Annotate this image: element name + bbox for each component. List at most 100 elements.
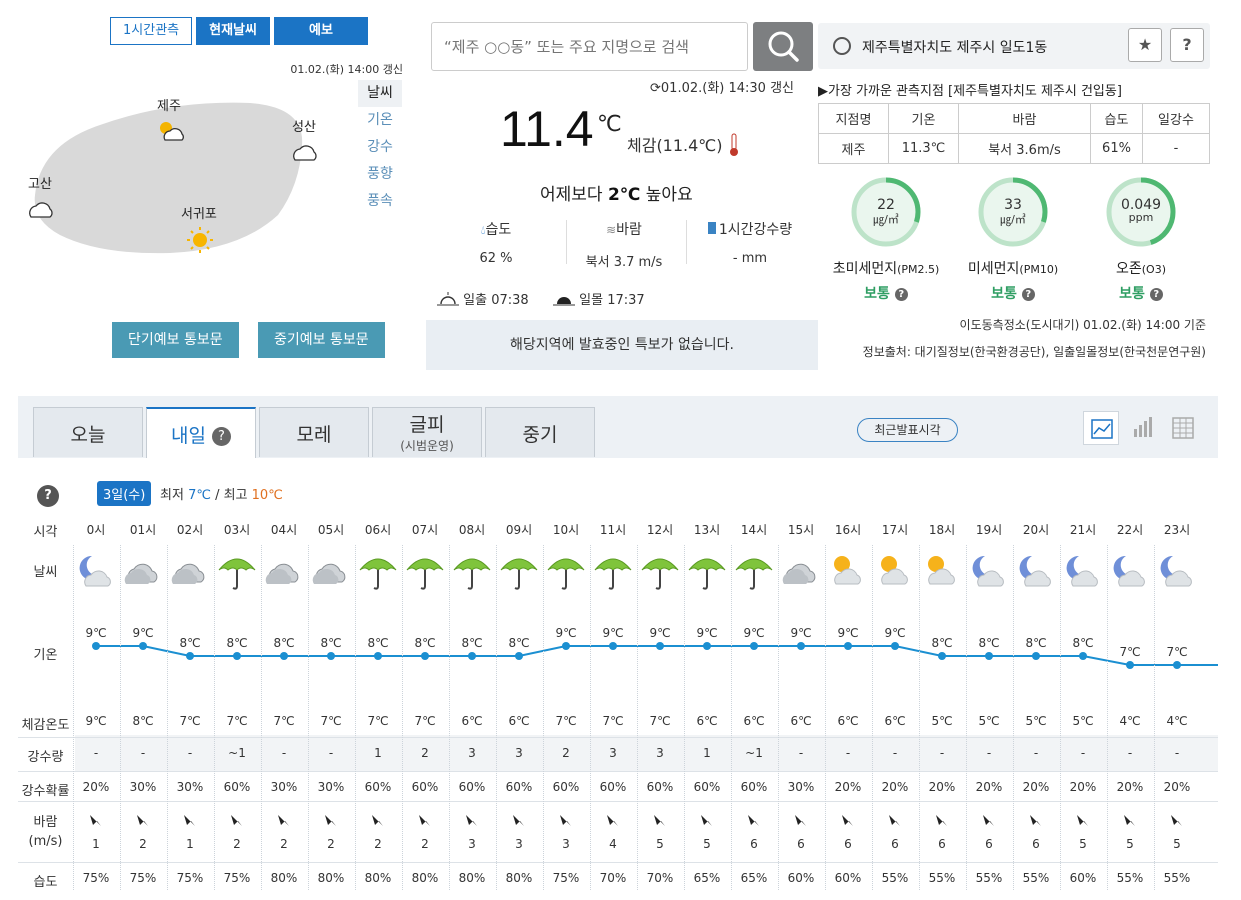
temperature-point bbox=[797, 642, 805, 650]
min-max-temp: 최저 7℃ / 최고 10℃ bbox=[160, 488, 283, 503]
rain-probability: 20% bbox=[881, 780, 909, 794]
humidity-value: 65% bbox=[740, 871, 768, 885]
temperature-label: 8℃ bbox=[1072, 636, 1093, 650]
rain-amount: 3 bbox=[468, 746, 476, 760]
moon-cloud-icon bbox=[1107, 548, 1154, 593]
feels-like-value: 9℃ bbox=[85, 714, 107, 728]
sun-icon[interactable] bbox=[186, 226, 214, 254]
rain-probability: 60% bbox=[693, 780, 721, 794]
temperature-point bbox=[468, 652, 476, 660]
temp-comparison: 어제보다 2℃ 높아요 bbox=[540, 185, 693, 205]
humidity-value: 55% bbox=[1163, 871, 1191, 885]
forecast-tab[interactable]: 글피 (시범운영) bbox=[372, 407, 482, 457]
row-divider bbox=[18, 771, 1218, 772]
rain-probability: 60% bbox=[740, 780, 768, 794]
air-status[interactable]: 보통 ? bbox=[1075, 283, 1207, 303]
moon-cloud-icon bbox=[1060, 548, 1107, 593]
wind-arrow-icon bbox=[496, 812, 543, 833]
rain-probability: 60% bbox=[411, 780, 439, 794]
recent-release-button[interactable]: 최근발표시각 bbox=[857, 418, 958, 442]
question-icon: ? bbox=[212, 427, 231, 446]
graph-view-toggle[interactable] bbox=[1083, 411, 1119, 445]
hour-label: 17시 bbox=[881, 523, 909, 537]
wind-speed: 2 bbox=[139, 837, 147, 851]
search-button[interactable] bbox=[753, 22, 813, 71]
search-input[interactable] bbox=[431, 22, 748, 71]
rain-amount: - bbox=[281, 746, 287, 760]
mid-term-forecast-button[interactable]: 중기예보 통보문 bbox=[258, 322, 385, 358]
temperature-label: 8℃ bbox=[226, 636, 247, 650]
temperature-point bbox=[233, 652, 241, 660]
row-label: 기온 bbox=[33, 648, 58, 663]
map-layer-menu: 날씨 기온 강수 풍향 풍속 bbox=[358, 80, 402, 215]
wind-arrow-icon bbox=[167, 812, 214, 833]
sun-cloud-icon bbox=[825, 548, 872, 593]
wind-arrow-icon bbox=[214, 812, 261, 833]
help-button[interactable]: ? bbox=[1170, 28, 1204, 62]
temperature-label: 8℃ bbox=[978, 636, 999, 650]
map-menu-rain[interactable]: 강수 bbox=[358, 134, 402, 161]
tab-hourly-obs[interactable]: 1시간관측 bbox=[110, 17, 193, 45]
short-term-forecast-button[interactable]: 단기예보 통보문 bbox=[112, 322, 239, 358]
map-menu-weather[interactable]: 날씨 bbox=[358, 80, 402, 107]
rain-probability: 30% bbox=[129, 780, 157, 794]
rain-probability: 20% bbox=[1116, 780, 1144, 794]
wind-speed: 4 bbox=[609, 837, 617, 851]
favorite-star-button[interactable]: ★ bbox=[1128, 28, 1162, 62]
humidity-value: 80% bbox=[411, 871, 439, 885]
nearest-station: ▶가장 가까운 관측지점 [제주특별자치도 제주시 건입동] bbox=[818, 84, 1122, 99]
rain-amount: - bbox=[1080, 746, 1086, 760]
humidity-value: 60% bbox=[1069, 871, 1097, 885]
wind-arrow-icon bbox=[637, 812, 684, 833]
feels-like-value: 6℃ bbox=[508, 714, 530, 728]
umbrella-icon bbox=[496, 548, 543, 593]
wind-arrow-icon bbox=[543, 812, 590, 833]
bar-view-toggle[interactable] bbox=[1124, 411, 1160, 445]
wind-arrow-icon bbox=[1013, 812, 1060, 833]
temperature-label: 9℃ bbox=[602, 626, 623, 640]
humidity-value: 75% bbox=[129, 871, 157, 885]
sun-cloud-icon[interactable] bbox=[156, 118, 186, 146]
forecast-tab[interactable]: 중기 bbox=[485, 407, 595, 457]
map-menu-wind-dir[interactable]: 풍향 bbox=[358, 161, 402, 188]
map-menu-temp[interactable]: 기온 bbox=[358, 107, 402, 134]
rain-amount: 1 bbox=[374, 746, 382, 760]
humidity-value: 70% bbox=[646, 871, 674, 885]
temperature-point bbox=[92, 642, 100, 650]
air-status[interactable]: 보통 ? bbox=[947, 283, 1079, 303]
temperature-label: 8℃ bbox=[414, 636, 435, 650]
forecast-help-icon[interactable]: ? bbox=[37, 485, 59, 507]
forecast-tab[interactable]: 오늘 bbox=[33, 407, 143, 457]
humidity-value: 55% bbox=[1116, 871, 1144, 885]
forecast-date: 3일(수) bbox=[97, 481, 152, 506]
sunrise: 일출 07:38 bbox=[437, 289, 529, 308]
wind-speed: 3 bbox=[515, 837, 523, 851]
umbrella-icon bbox=[684, 548, 731, 593]
tab-current-weather[interactable]: 현재날씨 bbox=[196, 17, 270, 45]
forecast-tab[interactable]: 모레 bbox=[259, 407, 369, 457]
cloud-icon[interactable] bbox=[289, 138, 321, 166]
hour-label: 19시 bbox=[975, 523, 1003, 537]
wind-speed: 2 bbox=[421, 837, 429, 851]
feels-like: 체감(11.4℃) bbox=[627, 132, 740, 157]
hour-label: 04시 bbox=[270, 523, 298, 537]
feels-like-value: 5℃ bbox=[1025, 714, 1047, 728]
moon-cloud-icon bbox=[73, 548, 120, 593]
tab-forecast[interactable]: 예보 bbox=[273, 17, 368, 45]
wind-block: ≋바람 북서 3.7 m/s bbox=[574, 219, 674, 270]
map-menu-wind-speed[interactable]: 풍속 bbox=[358, 188, 402, 215]
feels-like-value: 8℃ bbox=[132, 714, 154, 728]
cloud-icon[interactable] bbox=[25, 195, 57, 223]
wind-arrow-icon bbox=[73, 812, 120, 833]
air-status[interactable]: 보통 ? bbox=[820, 283, 952, 303]
table-view-toggle[interactable] bbox=[1165, 411, 1201, 445]
humidity-value: 55% bbox=[1022, 871, 1050, 885]
temperature-label: 8℃ bbox=[367, 636, 388, 650]
row-label: 체감온도 bbox=[21, 718, 70, 733]
forecast-tab[interactable]: 내일 ? bbox=[146, 407, 256, 458]
temperature-point bbox=[656, 642, 664, 650]
location-target-icon[interactable] bbox=[833, 37, 851, 55]
table-icon bbox=[1172, 417, 1194, 439]
current-updated[interactable]: ⟳01.02.(화) 14:30 갱신 bbox=[650, 77, 794, 96]
feels-like-value: 6℃ bbox=[837, 714, 859, 728]
